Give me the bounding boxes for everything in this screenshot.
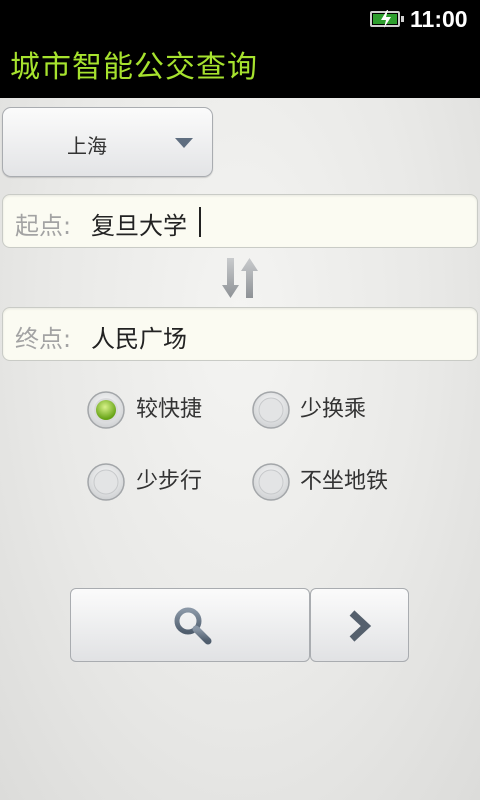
status-time: 11:00	[410, 6, 468, 32]
search-button[interactable]	[70, 588, 310, 662]
radio-faster[interactable]	[86, 390, 126, 430]
status-bar: 11:00	[0, 0, 480, 38]
next-button[interactable]	[310, 588, 409, 662]
end-point-value: 人民广场	[91, 325, 187, 353]
radio-faster-label: 较快捷	[136, 397, 203, 422]
end-point-label: 终点:	[15, 325, 72, 353]
swap-vertical-arrows-icon[interactable]	[220, 255, 260, 301]
radio-no-subway-label: 不坐地铁	[300, 469, 389, 494]
search-icon	[174, 607, 212, 645]
radio-fewer-transfers[interactable]	[251, 390, 291, 430]
radio-less-walking-label: 少步行	[136, 469, 203, 494]
radio-less-walking[interactable]	[86, 462, 126, 502]
battery-charging-icon	[370, 10, 404, 28]
city-select-value: 上海	[67, 134, 107, 158]
radio-fewer-transfers-label: 少换乘	[300, 397, 367, 422]
city-select[interactable]: 上海	[2, 107, 213, 177]
dropdown-triangle-icon	[175, 138, 193, 148]
end-point-field[interactable]: 终点: 人民广场	[2, 307, 478, 361]
start-point-label: 起点:	[15, 212, 72, 240]
title-bar: 城市智能公交查询	[0, 38, 480, 98]
app-title: 城市智能公交查询	[10, 50, 258, 85]
start-point-value: 复旦大学	[91, 212, 187, 240]
radio-no-subway[interactable]	[251, 462, 291, 502]
text-cursor	[199, 207, 201, 237]
start-point-field[interactable]: 起点: 复旦大学	[2, 194, 478, 248]
chevron-right-icon	[349, 610, 372, 642]
